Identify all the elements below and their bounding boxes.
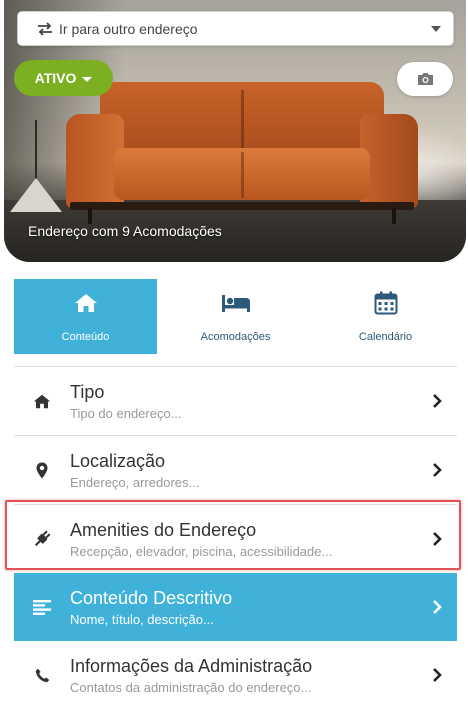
map-pin-icon: [36, 462, 48, 478]
menu-item-title: Localização: [70, 451, 166, 471]
home-icon: [33, 394, 51, 408]
home-icon: [74, 294, 97, 312]
swap-arrows-icon: [38, 21, 52, 36]
tab-label: Conteúdo: [61, 331, 110, 343]
hero-caption: Endereço com 9 Acomodações: [28, 223, 222, 239]
align-left-icon: [33, 599, 51, 615]
chevron-right-icon: [433, 600, 442, 614]
menu-item-administracao[interactable]: Informações da Administração Contatos da…: [14, 641, 457, 707]
tab-conteudo[interactable]: Conteúdo: [14, 279, 157, 354]
plug-icon: [34, 530, 51, 547]
chevron-right-icon: [433, 668, 442, 682]
status-label: ATIVO: [34, 70, 77, 86]
menu-item-subtitle: Contatos da administração do endereço...: [70, 680, 312, 695]
menu-item-subtitle: Tipo do endereço...: [70, 406, 182, 421]
caret-down-icon: [82, 76, 93, 82]
phone-icon: [35, 668, 49, 682]
address-select-label: Ir para outro endereço: [59, 20, 198, 37]
sofa: [66, 82, 418, 230]
lamp-stem: [35, 120, 37, 180]
chevron-right-icon: [433, 463, 442, 477]
sofa-base: [70, 202, 414, 210]
tab-label: Calendário: [358, 331, 413, 343]
sofa-back-seam: [241, 90, 244, 156]
sofa-leg-right: [392, 208, 396, 224]
address-select[interactable]: Ir para outro endereço: [17, 11, 454, 46]
sofa-leg-left: [88, 208, 92, 224]
status-dropdown-button[interactable]: ATIVO: [14, 60, 113, 96]
menu-item-title: Tipo: [70, 382, 105, 402]
menu-item-amenities[interactable]: Amenities do Endereço Recepção, elevador…: [14, 505, 457, 573]
camera-icon: [417, 73, 433, 85]
menu-item-conteudo-descritivo[interactable]: Conteúdo Descritivo Nome, título, descri…: [14, 573, 457, 641]
calendar-icon: [374, 291, 397, 315]
chevron-down-icon: [431, 25, 441, 32]
lamp-shade: [10, 178, 62, 212]
content-menu: Tipo Tipo do endereço... Localização End…: [14, 366, 457, 707]
chevron-right-icon: [433, 394, 442, 408]
chevron-right-icon: [433, 532, 442, 546]
tab-calendario[interactable]: Calendário: [314, 279, 457, 354]
menu-item-tipo[interactable]: Tipo Tipo do endereço...: [14, 367, 457, 435]
sofa-seat-seam: [241, 152, 244, 198]
menu-item-title: Conteúdo Descritivo: [70, 588, 233, 608]
menu-item-subtitle: Endereço, arredores...: [70, 475, 200, 490]
menu-item-subtitle: Nome, título, descrição...: [70, 612, 214, 627]
bed-icon: [221, 295, 250, 312]
menu-item-subtitle: Recepção, elevador, piscina, acessibilid…: [70, 544, 333, 559]
camera-button[interactable]: [397, 62, 453, 96]
section-tabs: Conteúdo Acomodações Calendário: [14, 279, 457, 354]
tab-acomodacoes[interactable]: Acomodações: [164, 279, 307, 354]
menu-item-title: Informações da Administração: [70, 656, 313, 676]
tab-label: Acomodações: [200, 331, 271, 343]
menu-item-title: Amenities do Endereço: [70, 520, 257, 540]
menu-item-localizacao[interactable]: Localização Endereço, arredores...: [14, 436, 457, 504]
